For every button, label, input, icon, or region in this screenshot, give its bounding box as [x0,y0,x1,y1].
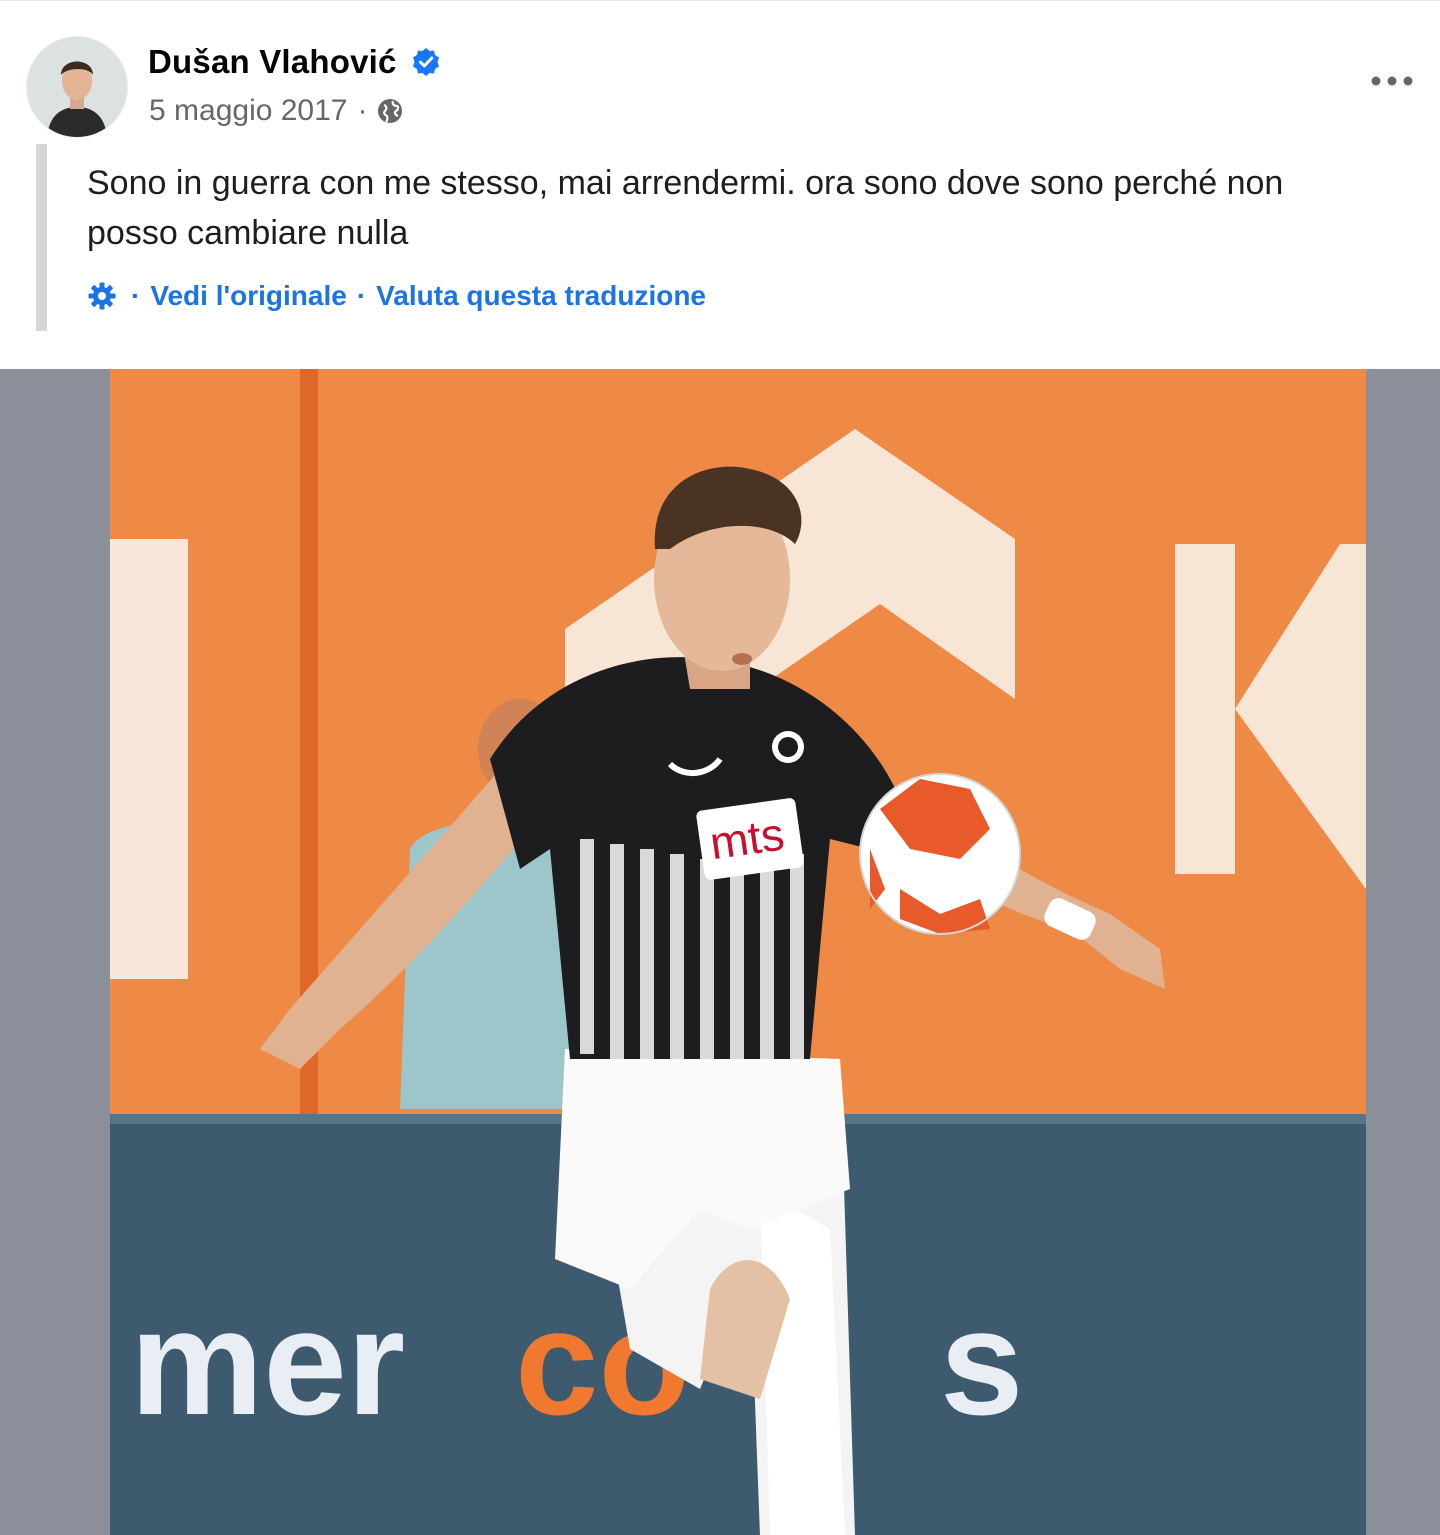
post-media: mer co s mts [0,369,1440,1535]
post-date[interactable]: 5 maggio 2017 [149,94,348,128]
gear-icon[interactable] [87,281,117,311]
link-separator: · [131,280,141,311]
post-text: Sono in guerra con me stesso, mai arrend… [87,158,1440,258]
board-brand-text: mer [130,1278,405,1446]
translation-links: · Vedi l'originale · Valuta questa tradu… [87,276,706,316]
post-photo[interactable]: mer co s mts [110,369,1366,1535]
board-brand-end-text: s [940,1278,1023,1446]
translated-text-block: Sono in guerra con me stesso, mai arrend… [36,144,1440,331]
rate-translation-link[interactable]: Valuta questa traduzione [376,280,706,312]
post-text-line: posso cambiare nulla [87,214,409,252]
author-name[interactable]: Dušan Vlahović [148,43,397,81]
more-options-button[interactable] [1362,59,1422,103]
author-avatar[interactable] [27,37,127,137]
globe-icon[interactable] [376,97,404,125]
author-row: Dušan Vlahović [148,39,441,85]
post-text-line: Sono in guerra con me stesso, mai arrend… [87,164,1284,202]
facebook-post: Dušan Vlahović 5 maggio 2017 · Sono in g… [0,0,1440,1535]
meta-separator: · [357,94,368,127]
verified-badge-icon [411,47,441,77]
link-separator: · [356,280,367,311]
jersey-sponsor-text: mts [707,808,788,870]
more-options-icon [1370,75,1414,87]
post-meta: 5 maggio 2017 · [149,89,404,133]
see-original-link[interactable]: Vedi l'originale [150,280,347,312]
post-header: Dušan Vlahović 5 maggio 2017 · [0,1,1440,141]
